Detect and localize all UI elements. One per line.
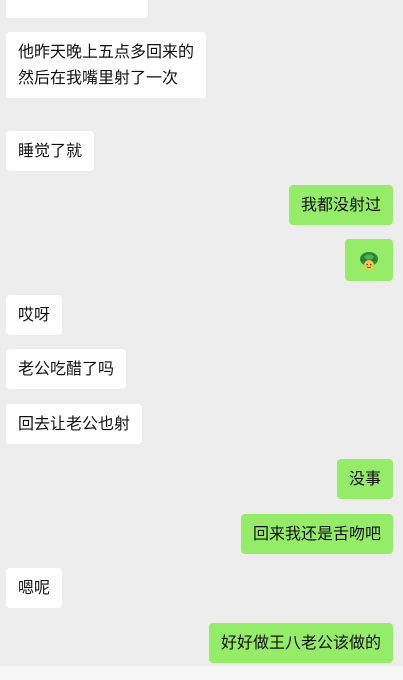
message-text: 回来我还是舌吻吧 (252, 524, 381, 543)
turtle-emoji-icon (360, 252, 378, 270)
message-text: 我都没射过 (300, 195, 381, 214)
message-text: 好好做王八老公该做的 (220, 633, 381, 652)
incoming-message-bubble[interactable]: 睡觉了就 (6, 131, 95, 171)
message-text: 哎呀 (18, 305, 51, 324)
incoming-message-bubble[interactable]: 嗯呢 (6, 568, 63, 608)
incoming-message-bubble[interactable]: 老公吃醋了吗 (6, 349, 127, 389)
partial-message-bubble (6, 0, 148, 18)
outgoing-message-bubble[interactable]: 没事 (336, 459, 393, 499)
input-bar-edge (0, 666, 403, 680)
outgoing-message-bubble[interactable]: 回来我还是舌吻吧 (240, 514, 393, 554)
outgoing-message-bubble[interactable]: 好好做王八老公该做的 (208, 623, 393, 663)
message-text: 老公吃醋了吗 (18, 359, 115, 378)
incoming-message-bubble[interactable]: 哎呀 (6, 295, 63, 335)
chat-view: 他昨天晚上五点多回来的 然后在我嘴里射了一次 睡觉了就 我都没射过 哎呀 老公吃… (0, 0, 403, 680)
message-text: 睡觉了就 (18, 141, 83, 160)
message-text: 嗯呢 (18, 578, 51, 597)
incoming-message-bubble[interactable]: 回去让老公也射 (6, 404, 143, 444)
incoming-message-bubble[interactable]: 他昨天晚上五点多回来的 然后在我嘴里射了一次 (6, 32, 206, 98)
message-text: 没事 (348, 469, 381, 488)
outgoing-emoji-bubble[interactable] (345, 239, 393, 281)
message-text: 他昨天晚上五点多回来的 然后在我嘴里射了一次 (18, 42, 195, 87)
message-text: 回去让老公也射 (18, 414, 131, 433)
outgoing-message-bubble[interactable]: 我都没射过 (288, 185, 393, 225)
